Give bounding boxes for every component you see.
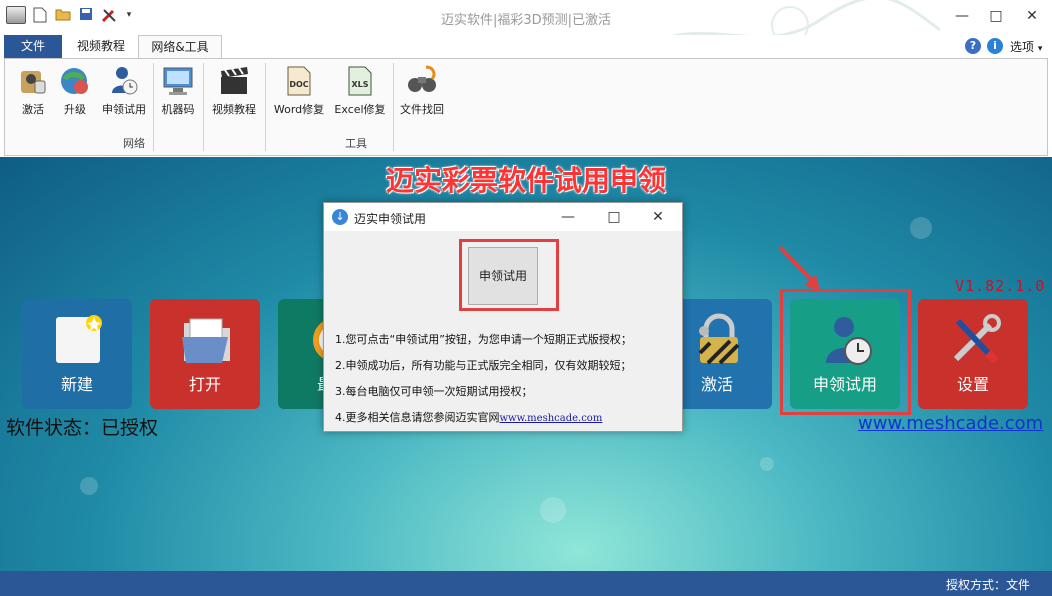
settings-tile[interactable]: 设置 [918, 299, 1028, 409]
padlock-icon [692, 313, 746, 367]
version-label: V1.82.1.0 [955, 277, 1046, 295]
dialog-line-3: 3.每台电脑仅可申领一次短期试用授权； [335, 385, 533, 398]
word-repair-button[interactable]: DOC Word修复 [271, 65, 327, 117]
doc-file-icon: DOC [283, 65, 315, 97]
machine-code-button[interactable]: 机器码 [158, 65, 198, 117]
group-label-network: 网络 [123, 137, 145, 150]
title-bar: ▾ 迈实软件|福彩3D预测|已激活 — □ ✕ [0, 0, 1052, 52]
open-folder-large-icon [180, 313, 234, 367]
ribbon-panel: 激活 升级 申领试用 机器码 视频教程 网络 DOC Word修复 XLS Ex… [4, 58, 1048, 156]
ribbon-tab-row: 文件 视频教程 网络&工具 ? i 选项 ▾ [0, 35, 1052, 58]
svg-text:XLS: XLS [351, 80, 368, 89]
wrench-screwdriver-icon [948, 313, 1002, 367]
dialog-website-link[interactable]: www.meshcade.com [500, 413, 603, 424]
dialog-maximize-button[interactable]: □ [602, 207, 626, 227]
machine-code-icon [162, 65, 194, 97]
svg-text:DOC: DOC [289, 80, 308, 89]
info-icon[interactable]: i [987, 38, 1003, 54]
dialog-title: 迈实申领试用 [354, 212, 427, 226]
xls-file-icon: XLS [344, 65, 376, 97]
tab-video-tutorial[interactable]: 视频教程 [68, 35, 134, 58]
file-recovery-button[interactable]: 文件找回 [397, 65, 447, 117]
dialog-line-2: 2.申领成功后，所有功能与正式版完全相同，仅有效期较短； [335, 359, 632, 372]
new-document-icon [52, 313, 106, 367]
close-button[interactable]: ✕ [1020, 6, 1044, 26]
activate-icon [17, 65, 49, 97]
video-clapper-icon [218, 65, 250, 97]
window-title: 迈实软件|福彩3D预测|已激活 [440, 13, 612, 28]
tab-network-tools[interactable]: 网络&工具 [138, 35, 222, 58]
trial-tile-highlight [780, 289, 911, 415]
maximize-button[interactable]: □ [984, 6, 1008, 26]
auth-method-label: 授权方式：文件 [945, 578, 1030, 592]
download-icon: ↓ [332, 209, 348, 225]
upgrade-icon [59, 65, 91, 97]
dialog-title-bar: ↓ 迈实申领试用 — □ ✕ [324, 203, 682, 231]
binoculars-icon [406, 65, 438, 97]
dialog-line-1: 1.您可点击“申领试用”按钮，为您申请一个短期正式版授权； [335, 333, 632, 346]
dialog-minimize-button[interactable]: — [556, 207, 580, 227]
apply-button-highlight [459, 239, 559, 311]
group-label-tools: 工具 [345, 137, 367, 150]
help-icon[interactable]: ? [965, 38, 981, 54]
license-status: 软件状态：已授权 [6, 417, 159, 439]
new-tile[interactable]: 新建 [22, 299, 132, 409]
activate-button[interactable]: 激活 [15, 65, 51, 117]
minimize-button[interactable]: — [950, 6, 974, 26]
dialog-close-button[interactable]: ✕ [646, 207, 670, 227]
upgrade-button[interactable]: 升级 [57, 65, 93, 117]
trial-dialog: ↓ 迈实申领试用 — □ ✕ 申领试用 1.您可点击“申领试用”按钮，为您申请一… [323, 202, 683, 432]
options-menu[interactable]: 选项 ▾ [1010, 38, 1042, 55]
video-tutorial-button[interactable]: 视频教程 [207, 65, 261, 117]
promo-banner-title: 迈实彩票软件试用申领 [385, 164, 666, 197]
trial-user-icon [108, 65, 140, 97]
open-tile[interactable]: 打开 [150, 299, 260, 409]
dialog-line-4: 4.更多相关信息请您参阅迈实官网www.meshcade.com [335, 411, 603, 424]
tab-file[interactable]: 文件 [4, 35, 62, 58]
apply-trial-ribbon-button[interactable]: 申领试用 [99, 65, 149, 117]
status-bar: 授权方式：文件 [0, 571, 1052, 596]
excel-repair-button[interactable]: XLS Excel修复 [331, 65, 389, 117]
website-link[interactable]: www.meshcade.com [858, 413, 1043, 434]
